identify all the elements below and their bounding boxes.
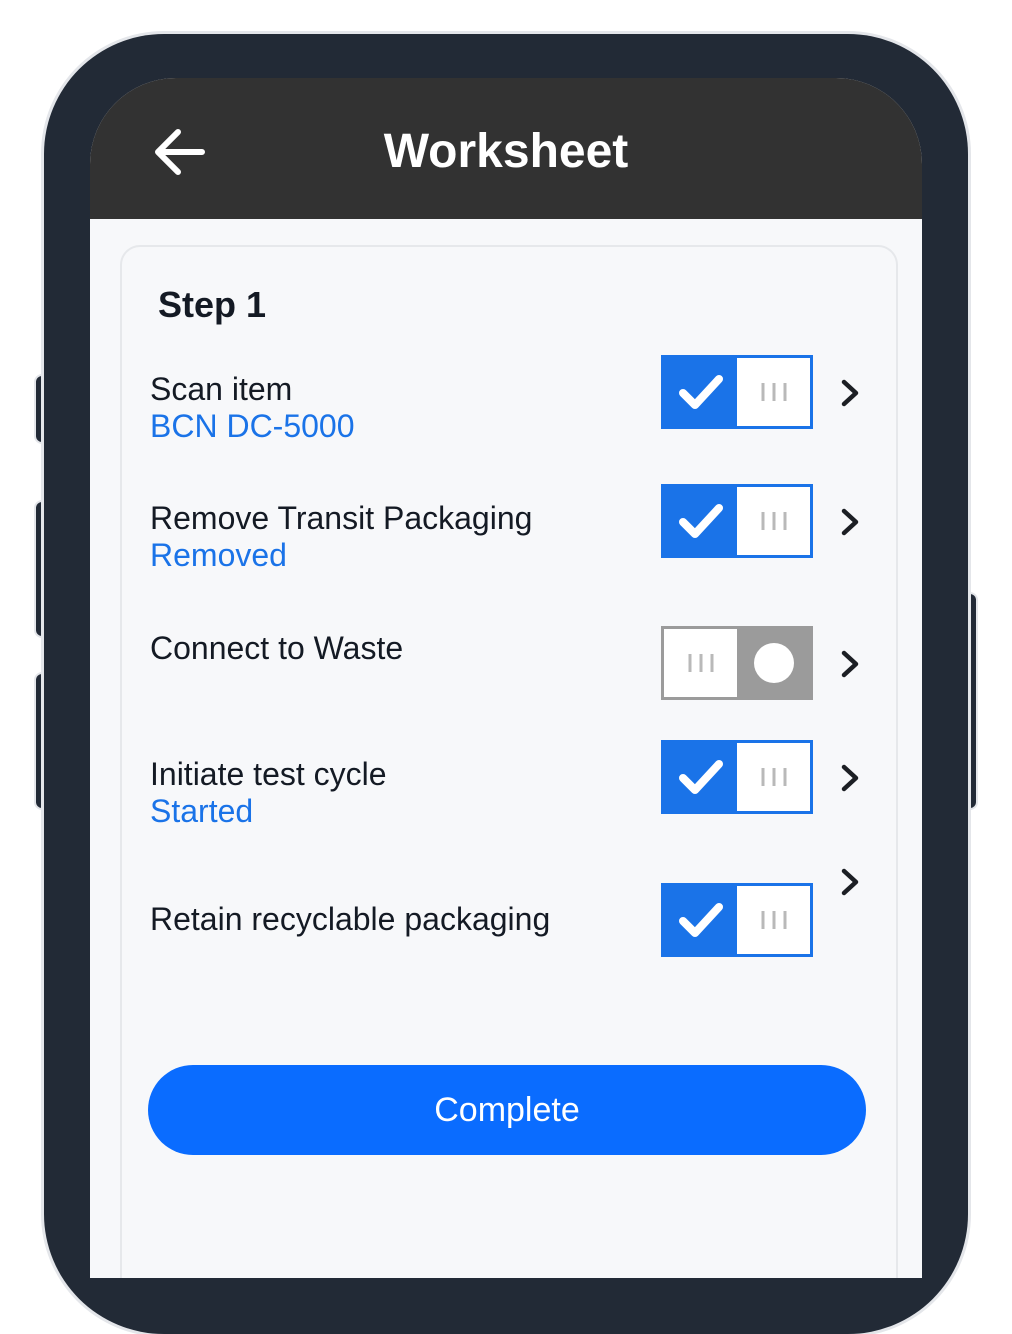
check-icon <box>664 743 737 811</box>
task-status: BCN DC-5000 <box>150 408 355 444</box>
step-title: Step 1 <box>158 284 267 325</box>
task-label: Scan item <box>150 371 293 407</box>
task-label: Remove Transit Packaging <box>150 500 533 536</box>
task-toggle[interactable] <box>661 355 813 429</box>
task-label: Retain recyclable packaging <box>150 901 551 937</box>
task-status: Started <box>150 793 254 829</box>
toggle-grip-icon <box>737 743 810 811</box>
task-row-initiate-test-cycle[interactable]: Initiate test cycle Started <box>122 740 896 835</box>
chevron-right-icon[interactable] <box>834 762 866 794</box>
toggle-grip-icon <box>664 629 737 697</box>
task-toggle[interactable] <box>661 740 813 814</box>
task-row-connect-to-waste[interactable]: Connect to Waste <box>122 626 896 709</box>
chevron-right-icon[interactable] <box>834 377 866 409</box>
task-toggle[interactable] <box>661 883 813 957</box>
toggle-knob-icon <box>737 629 810 697</box>
task-toggle[interactable] <box>661 626 813 700</box>
toggle-grip-icon <box>737 358 810 426</box>
app-bar: Worksheet <box>90 78 922 219</box>
task-label: Initiate test cycle <box>150 756 387 792</box>
toggle-grip-icon <box>737 886 810 954</box>
check-icon <box>664 358 737 426</box>
check-icon <box>664 487 737 555</box>
task-status: Removed <box>150 537 287 573</box>
task-label: Connect to Waste <box>150 630 404 666</box>
page-title: Worksheet <box>383 125 629 178</box>
step-card: Step 1 Scan item BCN DC-5000 Remove Tran… <box>120 245 898 1278</box>
chevron-right-icon[interactable] <box>834 648 866 680</box>
toggle-grip-icon <box>737 487 810 555</box>
check-icon <box>664 886 737 954</box>
task-toggle[interactable] <box>661 484 813 558</box>
complete-button[interactable]: Complete <box>148 1065 866 1155</box>
task-row-retain-recyclable-packaging[interactable]: Retain recyclable packaging <box>122 868 896 980</box>
task-row-scan-item[interactable]: Scan item BCN DC-5000 <box>122 355 896 450</box>
chevron-right-icon[interactable] <box>834 506 866 538</box>
screen: Worksheet Step 1 Scan item BCN DC-5000 R… <box>90 78 922 1278</box>
task-row-remove-transit-packaging[interactable]: Remove Transit Packaging Removed <box>122 484 896 579</box>
chevron-right-icon[interactable] <box>834 866 866 898</box>
